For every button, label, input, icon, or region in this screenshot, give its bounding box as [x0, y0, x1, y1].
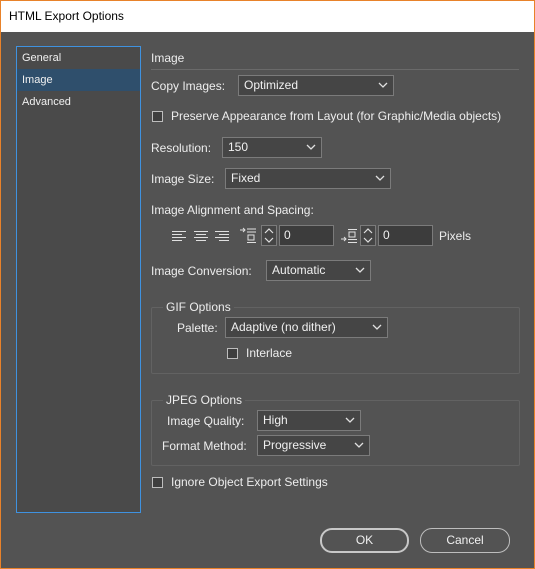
preserve-appearance-label: Preserve Appearance from Layout (for Gra… — [171, 109, 502, 123]
section-divider — [151, 69, 519, 70]
preserve-appearance-checkbox[interactable] — [152, 111, 163, 122]
align-center-icon[interactable] — [193, 229, 209, 243]
image-size-select[interactable]: Fixed — [225, 168, 391, 189]
ok-button[interactable]: OK — [320, 528, 409, 553]
copy-images-label: Copy Images: — [151, 79, 226, 93]
sidebar-item-advanced[interactable]: Advanced — [17, 91, 140, 113]
sidebar-item-image[interactable]: Image — [17, 69, 140, 91]
palette-select[interactable]: Adaptive (no dither) — [225, 317, 388, 338]
interlace-checkbox[interactable] — [227, 348, 238, 359]
format-method-label: Format Method: — [162, 439, 247, 453]
image-quality-value: High — [263, 413, 288, 427]
alignment-label: Image Alignment and Spacing: — [151, 203, 314, 217]
chevron-down-icon — [375, 175, 385, 182]
dialog-title: HTML Export Options — [1, 1, 534, 32]
chevron-down-icon — [355, 267, 365, 274]
sidebar-item-general[interactable]: General — [17, 47, 140, 69]
chevron-down-icon — [345, 417, 355, 424]
interlace-label: Interlace — [246, 346, 293, 360]
space-after-stepper[interactable] — [360, 225, 376, 246]
align-right-icon[interactable] — [214, 229, 230, 243]
image-quality-label: Image Quality: — [167, 414, 245, 428]
space-before-input[interactable]: 0 — [279, 225, 334, 246]
space-before-stepper[interactable] — [261, 225, 277, 246]
export-options-dialog: HTML Export Options General Image Advanc… — [0, 0, 535, 569]
align-left-icon[interactable] — [171, 229, 187, 243]
format-method-value: Progressive — [263, 438, 327, 452]
image-conversion-select[interactable]: Automatic — [266, 260, 371, 281]
space-before-icon — [239, 227, 257, 245]
space-after-input[interactable]: 0 — [378, 225, 433, 246]
ignore-export-checkbox[interactable] — [152, 477, 163, 488]
space-after-icon — [340, 227, 358, 245]
ignore-export-label: Ignore Object Export Settings — [171, 475, 328, 489]
palette-label: Palette: — [177, 321, 218, 335]
image-quality-select[interactable]: High — [257, 410, 361, 431]
category-sidebar: General Image Advanced — [16, 46, 141, 513]
resolution-label: Resolution: — [151, 141, 212, 155]
format-method-select[interactable]: Progressive — [257, 435, 370, 456]
gif-options-title: GIF Options — [163, 300, 234, 314]
image-conversion-value: Automatic — [272, 263, 326, 277]
chevron-down-icon — [372, 324, 382, 331]
pixels-unit-label: Pixels — [439, 229, 472, 243]
palette-value: Adaptive (no dither) — [231, 320, 336, 334]
copy-images-value: Optimized — [244, 78, 299, 92]
jpeg-options-title: JPEG Options — [163, 393, 246, 407]
image-size-value: Fixed — [231, 171, 261, 185]
image-size-label: Image Size: — [151, 172, 215, 186]
resolution-select[interactable]: 150 — [222, 137, 322, 158]
chevron-down-icon — [378, 82, 388, 89]
chevron-down-icon — [354, 442, 364, 449]
section-title: Image — [151, 51, 185, 65]
cancel-button[interactable]: Cancel — [420, 528, 510, 553]
chevron-down-icon — [306, 144, 316, 151]
resolution-value: 150 — [228, 140, 249, 154]
copy-images-select[interactable]: Optimized — [238, 75, 394, 96]
image-conversion-label: Image Conversion: — [151, 264, 252, 278]
